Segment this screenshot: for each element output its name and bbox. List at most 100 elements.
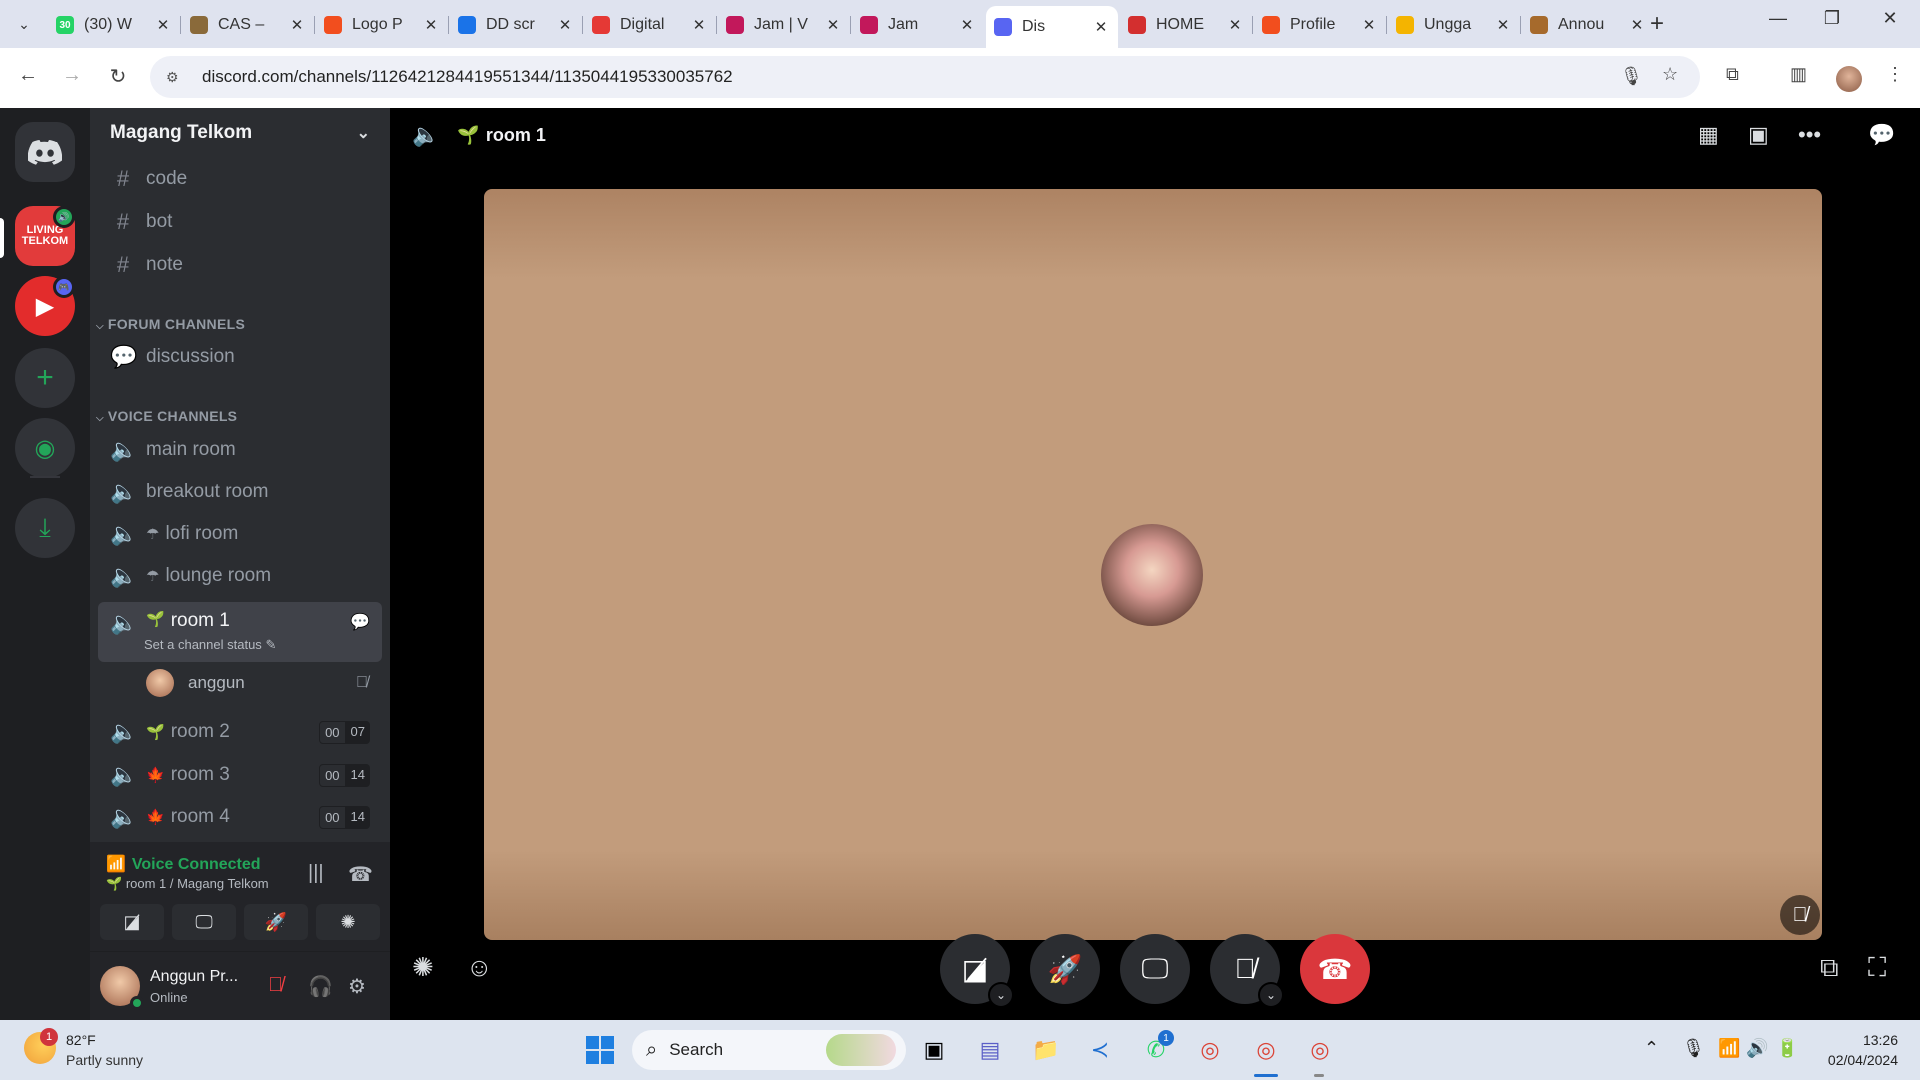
channel-discussion[interactable]: 💬 discussion <box>98 338 382 376</box>
server-header[interactable]: Magang Telkom ⌄ <box>90 108 390 158</box>
show-hidden-icons-chevron[interactable]: ⌃ <box>1644 1038 1659 1059</box>
browser-tab[interactable]: Profile ✕ <box>1254 8 1386 42</box>
set-channel-status[interactable]: Set a channel status ✎ <box>144 637 276 653</box>
task-view-icon[interactable]: ▣ <box>918 1034 950 1066</box>
channel-note[interactable]: # note <box>98 246 382 284</box>
open-chat-icon[interactable]: 💬 <box>350 612 370 632</box>
close-tab-icon[interactable]: ✕ <box>690 16 708 34</box>
layout-grid-icon[interactable]: ▦ <box>1698 122 1719 148</box>
more-options-icon[interactable]: ••• <box>1798 122 1821 148</box>
settings-gear-icon[interactable]: ⚙ <box>348 974 366 999</box>
microphone-tray-icon[interactable]: 🎙 <box>1682 1038 1705 1059</box>
discord-home-button[interactable] <box>15 122 75 182</box>
chrome-icon[interactable]: ◎ <box>1194 1034 1226 1066</box>
taskbar-search[interactable]: ⌕ Search <box>632 1030 906 1070</box>
fullscreen-icon[interactable]: ⛶ <box>1868 952 1886 984</box>
chrome-profile-icon[interactable]: ◎ <box>1250 1034 1282 1066</box>
weather-temperature[interactable]: 82°F <box>66 1032 96 1048</box>
camera-toggle-button[interactable]: ◪̸ ⌄ <box>940 934 1014 1008</box>
back-button[interactable]: ← <box>14 64 42 87</box>
side-panel-icon[interactable]: ▥ <box>1790 64 1807 85</box>
voice-channel-main-room[interactable]: 🔈 main room <box>98 431 382 469</box>
vscode-icon[interactable]: ≺ <box>1084 1034 1116 1066</box>
battery-icon[interactable]: 🔋 <box>1776 1038 1798 1059</box>
browser-tab[interactable]: Digital ✕ <box>584 8 716 42</box>
browser-tab[interactable]: Jam | V ✕ <box>718 8 850 42</box>
weather-description[interactable]: Partly sunny <box>66 1052 143 1068</box>
soundboard-button[interactable]: ✺ <box>316 904 380 940</box>
browser-tab[interactable]: Dis ✕ <box>986 6 1118 48</box>
close-tab-icon[interactable]: ✕ <box>958 16 976 34</box>
soundboard-icon[interactable]: ✺ <box>412 952 434 983</box>
close-tab-icon[interactable]: ✕ <box>1360 16 1378 34</box>
muted-mic-icon[interactable]: 🎙̸ <box>268 974 283 997</box>
chrome-profile-2-icon[interactable]: ◎ <box>1304 1034 1336 1066</box>
restore-window-button[interactable]: ❐ <box>1812 8 1852 29</box>
close-tab-icon[interactable]: ✕ <box>1628 16 1646 34</box>
close-tab-icon[interactable]: ✕ <box>556 16 574 34</box>
browser-menu-icon[interactable]: ⋮ <box>1886 64 1904 85</box>
add-server-button[interactable]: + <box>15 348 75 408</box>
browser-tab[interactable]: HOME ✕ <box>1120 8 1252 42</box>
voice-channel-room-1[interactable]: 🔈 🌱 room 1 Set a channel status ✎ 💬 <box>98 602 382 662</box>
emoji-reaction-icon[interactable]: ☺ <box>466 952 493 983</box>
channel-code[interactable]: # code <box>98 160 382 198</box>
windows-start-button[interactable] <box>586 1036 614 1064</box>
voice-member-anggun[interactable]: anggun 🎙̸ <box>146 664 382 702</box>
noise-suppression-icon[interactable]: ||| <box>308 862 324 885</box>
clock-date[interactable]: 02/04/2024 <box>1828 1052 1898 1068</box>
headphones-icon[interactable]: 🎧 <box>308 974 333 999</box>
end-call-button[interactable]: ☎ <box>1300 934 1370 1004</box>
browser-tab[interactable]: 30 (30) W ✕ <box>48 8 180 42</box>
close-tab-icon[interactable]: ✕ <box>422 16 440 34</box>
share-screen-button[interactable]: 🖵 <box>1120 934 1190 1004</box>
mic-toggle-button[interactable]: 🎙̸ ⌄ <box>1210 934 1284 1008</box>
teams-chat-icon[interactable]: ▤ <box>974 1034 1006 1066</box>
file-explorer-icon[interactable]: 📁 <box>1030 1034 1062 1066</box>
user-name[interactable]: Anggun Pr... <box>150 968 238 986</box>
address-bar[interactable]: ⚙ discord.com/channels/11264212844195513… <box>150 56 1700 98</box>
extensions-icon[interactable]: ⧉ <box>1726 64 1739 85</box>
camera-off-button[interactable]: ◪̸ <box>100 904 164 940</box>
disconnect-icon[interactable]: ☎ <box>348 862 373 887</box>
voice-channel-room-2[interactable]: 🔈 🌱 room 2 00 07 <box>98 713 382 751</box>
clock-time[interactable]: 13:26 <box>1863 1032 1898 1048</box>
participant-tile[interactable]: 🎙̸ <box>484 189 1822 940</box>
wifi-icon[interactable]: 📶 <box>1718 1038 1740 1059</box>
pop-out-icon[interactable]: ⧉ <box>1820 952 1839 984</box>
voice-channel-breakout-room[interactable]: 🔈 breakout room <box>98 473 382 511</box>
browser-tab[interactable]: DD scr ✕ <box>450 8 582 42</box>
voice-channel-room-4[interactable]: 🔈 🍁 room 4 00 14 <box>98 798 382 836</box>
download-apps-button[interactable]: ⤓ <box>15 498 75 558</box>
voice-channel-path[interactable]: 🌱 room 1 / Magang Telkom <box>106 876 269 892</box>
category-forum-channels[interactable]: ⌵ FORUM CHANNELS <box>96 316 245 332</box>
explore-servers-button[interactable]: ◉ <box>15 418 75 478</box>
voice-connected-status[interactable]: 📶 Voice Connected <box>106 854 261 874</box>
category-voice-channels[interactable]: ⌵ VOICE CHANNELS <box>96 408 237 424</box>
close-tab-icon[interactable]: ✕ <box>1494 16 1512 34</box>
close-tab-icon[interactable]: ✕ <box>288 16 306 34</box>
volume-icon[interactable]: 🔊 <box>1746 1038 1768 1059</box>
browser-profile-avatar[interactable] <box>1836 66 1862 92</box>
new-tab-button[interactable]: + <box>1650 10 1664 38</box>
voice-channel-room-3[interactable]: 🔈 🍁 room 3 00 14 <box>98 756 382 794</box>
minimize-window-button[interactable]: — <box>1758 8 1798 29</box>
reload-button[interactable]: ↻ <box>104 64 132 89</box>
bookmark-star-icon[interactable]: ☆ <box>1662 64 1678 85</box>
forward-button[interactable]: → <box>58 64 86 87</box>
close-window-button[interactable]: ✕ <box>1870 8 1910 29</box>
chevron-down-icon[interactable]: ⌄ <box>1258 982 1284 1008</box>
activities-button[interactable]: 🚀 <box>244 904 308 940</box>
voice-channel-lofi-room[interactable]: 🔈 ☂ lofi room <box>98 515 382 553</box>
close-tab-icon[interactable]: ✕ <box>154 16 172 34</box>
voice-channel-lounge-room[interactable]: 🔈 ☂ lounge room <box>98 557 382 595</box>
browser-tab[interactable]: Ungga ✕ <box>1388 8 1520 42</box>
site-info-icon[interactable]: ⚙ <box>166 69 186 86</box>
share-screen-button[interactable]: 🖵 <box>172 904 236 940</box>
show-chat-icon[interactable]: 💬 <box>1868 122 1895 148</box>
close-tab-icon[interactable]: ✕ <box>1092 18 1110 36</box>
browser-tab[interactable]: CAS – ✕ <box>182 8 314 42</box>
channel-bot[interactable]: # bot <box>98 203 382 241</box>
inbox-icon[interactable]: ▣ <box>1748 122 1769 148</box>
browser-tab[interactable]: Logo P ✕ <box>316 8 448 42</box>
